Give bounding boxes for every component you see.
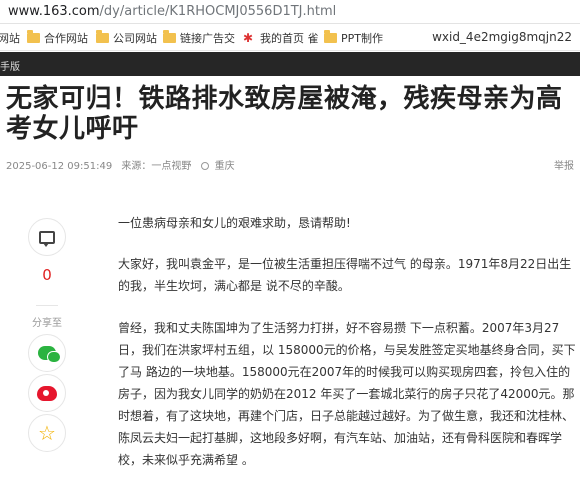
site-nav-strip: 手版	[0, 52, 580, 76]
star-icon: ☆	[38, 421, 56, 445]
divider	[36, 305, 58, 306]
article-meta: 2025-06-12 09:51:49 来源：一点视野 重庆	[6, 157, 241, 172]
bookmarks-bar: 网站 合作网站 公司网站 链接广告交 ✱ 我的首页 雀 PPT制作 wxid_4…	[0, 25, 580, 51]
article-body: 一位患病母亲和女儿的艰难求助，恳请帮助! 大家好，我叫袁金平，是一位被生活重担压…	[118, 212, 578, 491]
folder-icon	[96, 30, 109, 43]
bookmark-item[interactable]: 合作网站	[27, 30, 88, 46]
article-title: 无家可归！铁路排水致房屋被淹，残疾母亲为高考女儿呼吁	[6, 84, 563, 144]
comment-button[interactable]	[28, 218, 66, 256]
bookmark-item[interactable]: 链接广告交	[163, 30, 235, 46]
folder-icon	[324, 30, 337, 43]
bookmark-label: 公司网站	[113, 32, 157, 45]
url-host: www.163.com	[8, 4, 100, 19]
report-link[interactable]: 举报	[554, 157, 574, 172]
bookmark-label: 我的首页 雀	[260, 32, 319, 45]
bookmark-item[interactable]: 网站	[0, 30, 20, 46]
bookmark-item[interactable]: PPT制作	[324, 30, 383, 46]
share-wechat-button[interactable]	[28, 334, 66, 372]
article-source: 来源：一点视野	[121, 161, 192, 172]
comment-count[interactable]: 0	[22, 266, 72, 284]
folder-icon	[27, 30, 40, 43]
account-name[interactable]: wxid_4e2mgig8mqjn22	[432, 30, 572, 44]
location-pin-icon	[200, 162, 209, 170]
favorite-button[interactable]: ☆	[28, 414, 66, 452]
bookmark-item[interactable]: 公司网站	[96, 30, 157, 46]
article-paragraph: 曾经，我和丈夫陈国坤为了生活努力打拼，好不容易攒 下一点积蓄。2007年3月27…	[118, 321, 576, 467]
folder-icon	[163, 30, 176, 43]
bookmark-label: 网站	[0, 32, 20, 45]
bookmark-label: PPT制作	[341, 32, 383, 45]
bookmark-label: 链接广告交	[180, 32, 235, 45]
share-label: 分享至	[32, 318, 62, 329]
article-location: 重庆	[214, 161, 235, 172]
article-paragraph: 一位患病母亲和女儿的艰难求助，恳请帮助!	[118, 216, 351, 230]
url-text[interactable]: www.163.com/dy/article/K1RHOCMJ0556D1TJ.…	[8, 4, 336, 19]
comment-icon	[39, 230, 55, 247]
url-path: /dy/article/K1RHOCMJ0556D1TJ.html	[99, 4, 337, 19]
bookmark-item[interactable]: ✱ 我的首页 雀	[243, 30, 319, 46]
home-icon: ✱	[243, 31, 254, 45]
weibo-icon	[37, 385, 57, 401]
address-bar[interactable]: www.163.com/dy/article/K1RHOCMJ0556D1TJ.…	[0, 0, 580, 24]
site-nav-label[interactable]: 手版	[0, 58, 20, 73]
publish-datetime: 2025-06-12 09:51:49	[6, 161, 113, 172]
wechat-icon	[38, 346, 61, 363]
share-weibo-button[interactable]	[28, 374, 66, 412]
article-paragraph: 大家好，我叫袁金平，是一位被生活重担压得喘不过气 的母亲。1971年8月22日出…	[118, 257, 572, 293]
bookmark-label: 合作网站	[44, 32, 88, 45]
